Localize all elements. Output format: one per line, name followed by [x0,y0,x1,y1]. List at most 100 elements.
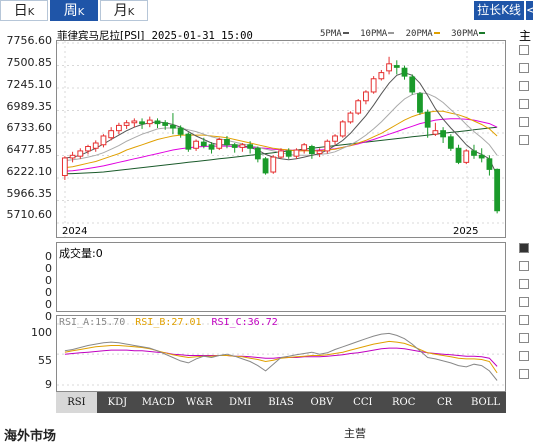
indicator-tab-dmi[interactable]: DMI [220,392,261,413]
candle-body [146,119,153,125]
candle-body [154,120,161,125]
time-label-2025: 2025 [453,226,479,237]
side-checkbox[interactable] [519,99,529,109]
candle-body [239,144,246,148]
rsi-axis-9: 9 [45,378,52,391]
side-checkbox[interactable] [519,261,529,271]
candle-body [486,158,493,170]
price-tick-label: 7756.60 [6,34,53,47]
indicator-tab-wr[interactable]: W&R [179,392,220,413]
indicator-tab-cr[interactable]: CR [424,392,465,413]
rsi-a-line [64,332,498,381]
candle-body [401,67,408,77]
candle-body [170,124,176,129]
volume-panel: 成交量:0 [56,242,506,312]
candle-body [363,91,369,102]
side-checkbox[interactable] [519,135,529,145]
indicator-tab-roc[interactable]: ROC [383,392,424,413]
side-checkbox[interactable] [519,369,529,379]
candle-body [108,130,115,139]
indicator-tab-boll[interactable]: BOLL [465,392,506,413]
indicator-tab-obv[interactable]: OBV [301,392,342,413]
candle-body [409,76,416,93]
candle-body [116,124,122,132]
tab-daily[interactable]: 日K [0,0,48,21]
ma-legend: 5PMA 10PMA 20PMA 30PMA [320,29,486,39]
candle-body [85,146,91,152]
indicator-tab-rsi[interactable]: RSI [56,392,97,413]
candle-body [69,154,76,159]
candle-body [432,130,439,135]
candle-body [455,147,462,163]
price-tick-label: 7245.10 [6,78,53,91]
candle-body [463,150,470,163]
candle-body [200,141,207,147]
candle-body [224,138,230,146]
candle-body [316,150,323,155]
price-tick-label: 6989.35 [6,100,53,113]
ma30-line [64,118,498,172]
rsi-a-label: RSI_A:15.70 [59,317,126,328]
rsi-c-label: RSI_C:36.72 [211,317,278,328]
candle-body [386,63,392,72]
candle-body [378,72,385,80]
ma20-legend: 20PMA [405,29,433,39]
price-tick-label: 5966.35 [6,187,53,200]
volume-title: 成交量:0 [59,247,103,260]
indicator-tab-cci[interactable]: CCI [342,392,383,413]
indicator-tab-kdj[interactable]: KDJ [97,392,138,413]
side-checkbox[interactable] [519,81,529,91]
price-tick-label: 6733.60 [6,121,53,134]
candle-body [177,127,184,135]
volume-tick-label: 0 [45,310,52,323]
indicator-tab-bias[interactable]: BIAS [261,392,302,413]
price-tick-label: 6222.10 [6,165,53,178]
candle-body [285,150,292,157]
candle-body [293,149,300,157]
candle-body [185,133,192,150]
price-tick-label: 6477.85 [6,143,53,156]
side-checkbox[interactable] [519,351,529,361]
side-checkbox[interactable] [519,315,529,325]
side-checkbox[interactable] [519,243,529,253]
candle-body [61,157,68,177]
footer-right-text: 主营 [344,427,366,440]
collapse-button[interactable]: < [526,1,533,20]
candle-body [494,168,501,212]
side-checkbox[interactable] [519,117,529,127]
candle-body [339,121,346,137]
candle-body [131,120,138,124]
side-checkbox[interactable] [519,333,529,343]
candle-body [247,144,254,149]
side-checkbox[interactable] [519,45,529,55]
tab-weekly[interactable]: 周K [50,0,98,21]
indicator-tab-macd[interactable]: MACD [138,392,179,413]
candle-body [440,130,446,138]
rsi-b-label: RSI_B:27.01 [135,317,202,328]
side-title: 主 [519,29,532,43]
ma10-legend: 10PMA [360,29,388,39]
candle-body [231,144,238,148]
rsi-panel: RSI_A:15.70 RSI_B:27.01 RSI_C:36.72 [56,315,506,392]
candle-body [355,100,362,114]
candle-body [123,122,130,126]
stretch-kline-button[interactable]: 拉长K线 [474,1,524,20]
tab-monthly[interactable]: 月K [100,0,148,21]
ma5-legend: 5PMA [320,29,342,39]
time-label-2024: 2024 [62,226,88,237]
candle-body [301,144,308,151]
candle-body [100,135,107,146]
candle-body [92,142,99,149]
side-checkbox[interactable] [519,279,529,289]
side-checkbox[interactable] [519,297,529,307]
side-checkbox[interactable] [519,63,529,73]
rsi-axis-100: 100 [31,326,52,339]
candle-body [77,150,84,157]
candle-body [324,140,331,152]
footer-section-title: 海外市场 [4,429,57,444]
price-panel [56,40,506,238]
candle-body [308,146,315,155]
candle-body [370,78,377,93]
candlestick-chart [57,41,505,237]
candle-body [424,111,431,128]
